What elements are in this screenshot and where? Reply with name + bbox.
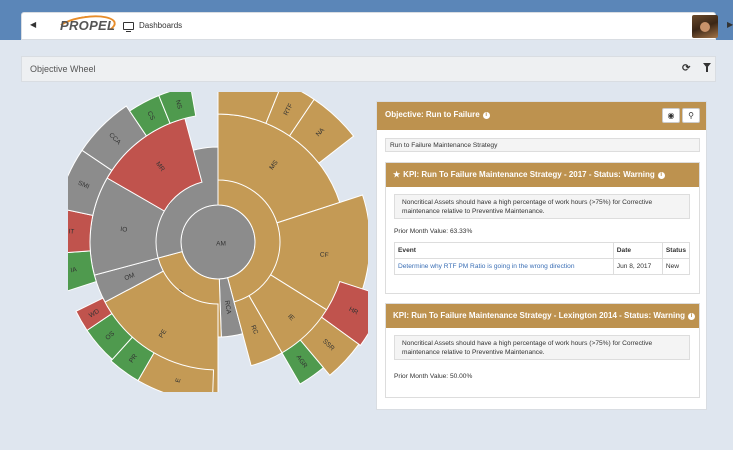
table-row: Determine why RTF PM Ratio is going in t… [394,258,691,275]
objective-wheel[interactable]: RLRCAWMMMMSCFIERCPEOMIOMRCARTFNAHRSSRAGR… [68,92,368,392]
panel-header: Objective Wheel ⟳ [21,56,716,82]
chevron-left-icon[interactable]: ◀ [30,20,36,29]
chevron-right-icon[interactable]: ▶ [727,20,733,29]
kpi-card-lexington: KPI: Run To Failure Maintenance Strategy… [385,303,700,398]
objective-title-text: Objective: Run to Failure [385,110,480,119]
propel-logo[interactable]: PROPEL [54,11,118,43]
info-icon[interactable]: i [657,172,665,179]
kpi-header: KPI: Run To Failure Maintenance Strategy… [386,304,699,328]
info-icon[interactable]: i [482,112,490,119]
prior-month-value: Prior Month Value: 63.33% [394,228,473,235]
date-cell: Jun 8, 2017 [612,258,663,275]
status-cell: New [661,258,691,275]
center-label: AM [216,241,226,248]
kpi-title: KPI: Run To Failure Maintenance Strategy… [403,170,655,179]
objective-detail-panel: Objective: Run to Failure i ◉ ⚲ Run to Fa… [376,101,707,410]
logo-text: PROPEL [60,18,116,33]
star-icon[interactable]: ★ [393,170,400,179]
column-header-event: Event [394,242,614,259]
column-header-date: Date [612,242,663,259]
segment-label: CF [319,251,328,259]
nav-bar: ◀ PROPEL Dashboards ▶ [21,11,733,43]
kpi-header: ★ KPI: Run To Failure Maintenance Strateg… [386,163,699,187]
avatar[interactable] [692,15,718,38]
filter-icon[interactable] [703,63,711,72]
segment-label: IO [120,226,128,234]
kpi-description: Noncritical Assets should have a high pe… [394,194,690,219]
event-table: Event Date Status Determine why RTF PM R… [394,242,691,275]
event-cell[interactable]: Determine why RTF PM Ratio is going in t… [394,258,614,275]
dashboard-gauge-button[interactable]: ◉ [662,108,680,123]
objective-header: Objective: Run to Failure i ◉ ⚲ [377,102,706,130]
dashboards-label: Dashboards [139,21,183,30]
event-link[interactable]: Determine why RTF PM Ratio is going in t… [398,263,575,270]
prior-month-value: Prior Month Value: 50.00% [394,373,473,380]
objective-strategy-field: Run to Failure Maintenance Strategy [385,138,700,152]
kpi-card-2017: ★ KPI: Run To Failure Maintenance Strateg… [385,162,700,294]
dashboards-link[interactable]: Dashboards [123,21,183,32]
table-header-row: Event Date Status [394,242,691,259]
search-button[interactable]: ⚲ [682,108,700,123]
objective-title: Objective: Run to Failure i [385,110,490,119]
column-header-status: Status [661,242,691,259]
info-icon[interactable]: i [688,313,696,320]
monitor-icon [123,21,134,32]
refresh-icon[interactable]: ⟳ [682,63,690,74]
page-title: Objective Wheel [30,64,96,74]
segment-label: IT [68,228,74,235]
kpi-description: Noncritical Assets should have a high pe… [394,335,690,360]
kpi-title: KPI: Run To Failure Maintenance Strategy… [393,311,686,320]
